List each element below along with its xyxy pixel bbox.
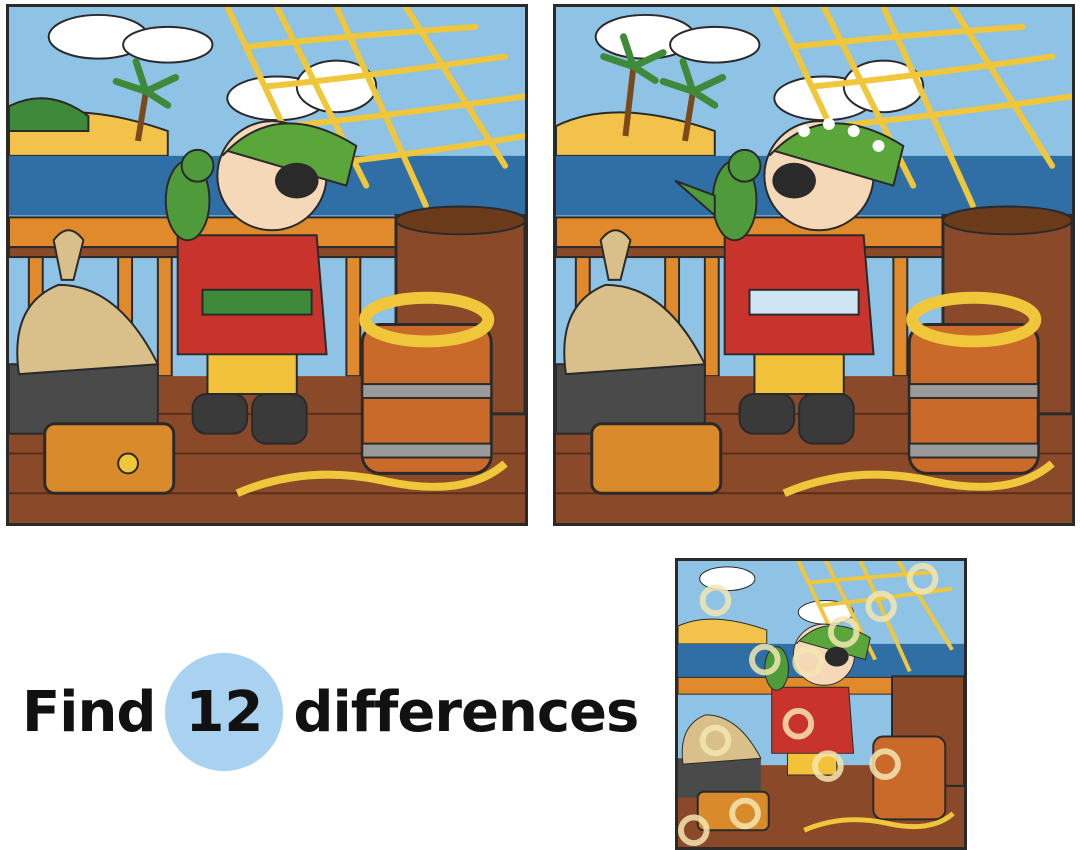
title-suffix: differences <box>293 679 639 745</box>
answer-key-scene <box>678 561 964 847</box>
barrel-front-right <box>906 291 1042 475</box>
puzzle-title: Find 12 differences <box>22 652 639 772</box>
puzzle-image-left[interactable] <box>6 4 528 526</box>
scene-right <box>556 7 1072 523</box>
scene-left <box>9 7 525 523</box>
difference-count-badge: 12 <box>165 653 284 771</box>
answer-key-image <box>675 558 967 850</box>
title-prefix: Find <box>22 679 156 745</box>
chest-left <box>43 422 176 495</box>
puzzle-image-right[interactable] <box>553 4 1075 526</box>
barrel-front-left <box>359 291 495 475</box>
chest-right <box>590 422 723 495</box>
